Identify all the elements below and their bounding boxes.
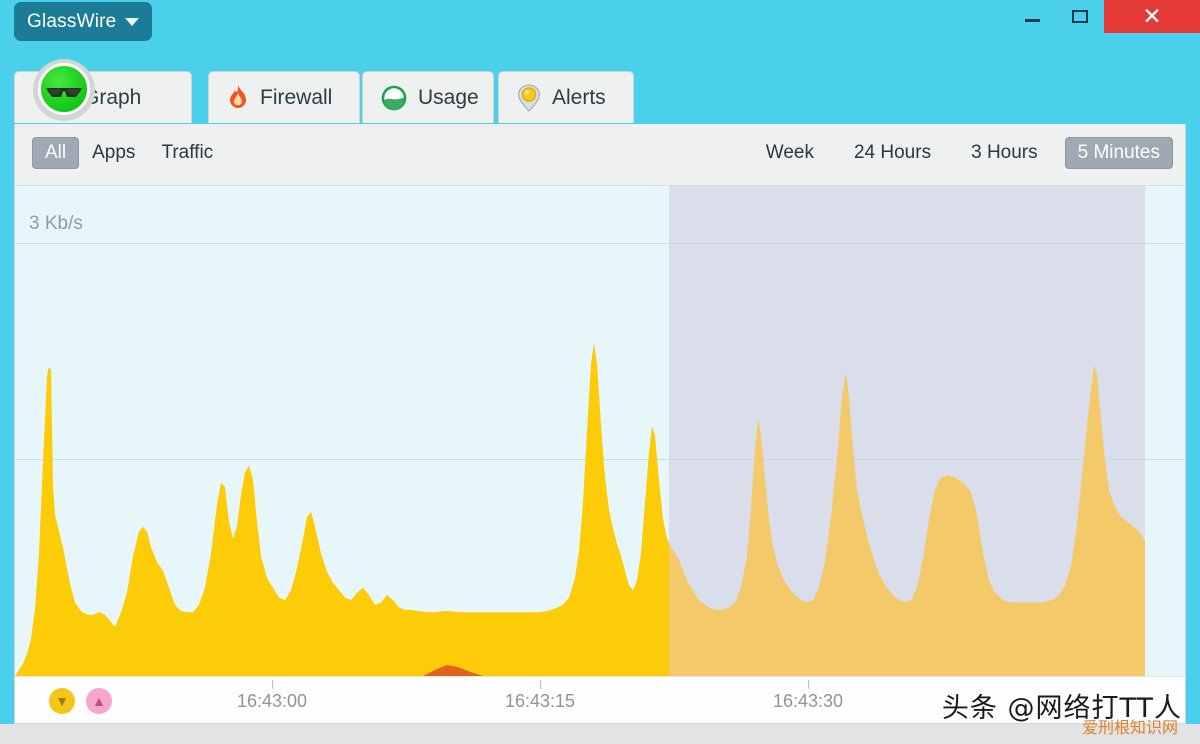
glasswire-logo-icon bbox=[33, 59, 95, 121]
network-graph[interactable]: 3 Kb/s bbox=[14, 186, 1186, 676]
axis-tick bbox=[540, 680, 541, 689]
range-24-hours[interactable]: 24 Hours bbox=[841, 137, 944, 169]
minimize-button[interactable] bbox=[1008, 0, 1056, 32]
filter-traffic[interactable]: Traffic bbox=[148, 137, 226, 169]
range-week[interactable]: Week bbox=[753, 137, 827, 169]
glasswire-window: GlassWire ✕ Graph Firewall Usage Alerts … bbox=[0, 0, 1200, 744]
filter-group-scope: All Apps Traffic bbox=[32, 137, 226, 169]
tab-alerts[interactable]: Alerts bbox=[498, 71, 634, 123]
tab-firewall[interactable]: Firewall bbox=[208, 71, 360, 123]
filter-all[interactable]: All bbox=[32, 137, 80, 169]
range-3-hours[interactable]: 3 Hours bbox=[958, 137, 1051, 169]
tab-usage-label: Usage bbox=[418, 85, 479, 109]
watermark-secondary: 爱刑根知识网 bbox=[1081, 718, 1178, 737]
filter-apps[interactable]: Apps bbox=[79, 137, 148, 169]
pie-circle-icon bbox=[381, 85, 407, 111]
axis-tick bbox=[808, 680, 809, 689]
chevron-down-icon bbox=[125, 17, 140, 26]
flame-icon bbox=[227, 84, 249, 111]
map-pin-icon bbox=[517, 83, 541, 112]
window-controls: ✕ bbox=[1008, 0, 1200, 34]
axis-tick-label: 16:43:15 bbox=[504, 691, 576, 711]
filter-group-timerange: Week 24 Hours 3 Hours 5 Minutes bbox=[739, 137, 1173, 169]
filter-bar: All Apps Traffic Week 24 Hours 3 Hours 5… bbox=[14, 124, 1186, 186]
upload-arrow-icon[interactable]: ▲ bbox=[86, 688, 112, 714]
status-strip bbox=[0, 724, 1200, 744]
maximize-button[interactable] bbox=[1056, 0, 1104, 32]
app-menu-label: GlassWire bbox=[27, 10, 117, 32]
window-frame-left bbox=[0, 44, 14, 744]
tab-strip: Graph Firewall Usage Alerts bbox=[14, 71, 1186, 124]
range-5-minutes[interactable]: 5 Minutes bbox=[1064, 137, 1173, 169]
maximize-icon bbox=[1072, 9, 1088, 23]
title-bar: GlassWire ✕ bbox=[0, 0, 1200, 44]
traffic-direction-legend: ▼ ▲ bbox=[49, 688, 123, 714]
tab-alerts-label: Alerts bbox=[552, 85, 606, 109]
axis-tick-label: 16:43:00 bbox=[236, 691, 308, 711]
traffic-area-chart bbox=[15, 342, 1145, 676]
tab-firewall-label: Firewall bbox=[260, 85, 333, 109]
download-arrow-icon[interactable]: ▼ bbox=[49, 688, 75, 714]
tab-usage[interactable]: Usage bbox=[362, 71, 494, 123]
minimize-icon bbox=[1024, 18, 1040, 22]
axis-tick bbox=[272, 680, 273, 689]
close-button[interactable]: ✕ bbox=[1104, 0, 1200, 33]
axis-tick-label: 16:43:30 bbox=[772, 691, 844, 711]
window-frame-right bbox=[1186, 44, 1200, 744]
app-menu-button[interactable]: GlassWire bbox=[14, 2, 152, 41]
close-icon: ✕ bbox=[1142, 3, 1162, 29]
